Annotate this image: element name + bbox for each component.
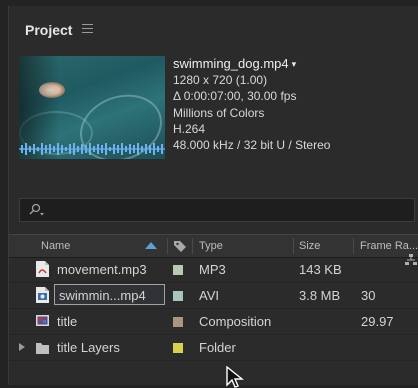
preview-filename[interactable]: swimming_dog.mp4 ▾: [173, 56, 413, 72]
list-item[interactable]: title Layers Folder: [9, 335, 418, 361]
search-input[interactable]: [19, 198, 415, 222]
item-frame-rate: 30: [361, 288, 376, 303]
item-type: Folder: [199, 340, 236, 355]
label-swatch[interactable]: [173, 291, 183, 301]
chevron-down-icon[interactable]: ▾: [292, 59, 297, 69]
list-item[interactable]: movement.mp3 MP3 143 KB: [9, 257, 418, 283]
column-name[interactable]: Name: [41, 240, 70, 252]
item-type: Composition: [199, 314, 272, 329]
audio-file-icon: [36, 261, 49, 277]
project-panel: Project swimming_dog.mp4 ▾ 1280 x 720 (1.…: [8, 6, 418, 385]
item-type: MP3: [199, 262, 226, 277]
panel-header: Project: [9, 6, 418, 46]
label-swatch[interactable]: [173, 317, 183, 327]
item-type: AVI: [199, 288, 219, 303]
list-item[interactable]: title Composition 29.97: [9, 309, 418, 335]
list-item[interactable]: swimmin...mp4 AVI 3.8 MB 30: [9, 283, 418, 309]
item-size: 3.8 MB: [299, 288, 341, 303]
column-frame-rate[interactable]: Frame Ra...: [360, 240, 418, 252]
item-name[interactable]: swimmin...mp4: [59, 288, 146, 303]
item-name: title: [57, 314, 78, 329]
info-colors: Millions of Colors: [173, 105, 265, 120]
audio-waveform-icon: [19, 143, 165, 155]
file-info: swimming_dog.mp4 ▾ 1280 x 720 (1.00) Δ 0:…: [173, 56, 413, 153]
column-type[interactable]: Type: [199, 240, 223, 252]
tag-icon[interactable]: [173, 239, 187, 253]
list-header: Name Type Size Frame Ra...: [9, 234, 418, 258]
info-resolution: 1280 x 720 (1.00): [173, 73, 268, 88]
item-name: title Layers: [57, 340, 120, 355]
panel-title[interactable]: Project: [25, 22, 72, 38]
column-size[interactable]: Size: [299, 240, 320, 252]
item-frame-rate: 29.97: [361, 314, 394, 329]
info-audio: 48.000 kHz / 32 bit U / Stereo: [173, 138, 331, 153]
video-file-icon: [36, 287, 49, 303]
info-duration: Δ 0:00:07:00, 30.00 fps: [173, 89, 297, 104]
search-icon[interactable]: [28, 203, 46, 217]
composition-icon: [36, 315, 49, 326]
project-items-list: movement.mp3 MP3 143 KB swimmin...mp4 AV…: [9, 257, 418, 361]
label-swatch[interactable]: [173, 265, 183, 275]
item-size: 143 KB: [299, 262, 342, 277]
label-swatch[interactable]: [173, 343, 183, 353]
sort-ascending-icon[interactable]: [145, 242, 157, 249]
expand-triangle-icon[interactable]: [19, 343, 25, 351]
info-codec: H.264: [173, 121, 206, 136]
hamburger-menu-icon[interactable]: [82, 24, 93, 34]
folder-icon: [36, 343, 49, 354]
item-name: movement.mp3: [57, 262, 147, 277]
